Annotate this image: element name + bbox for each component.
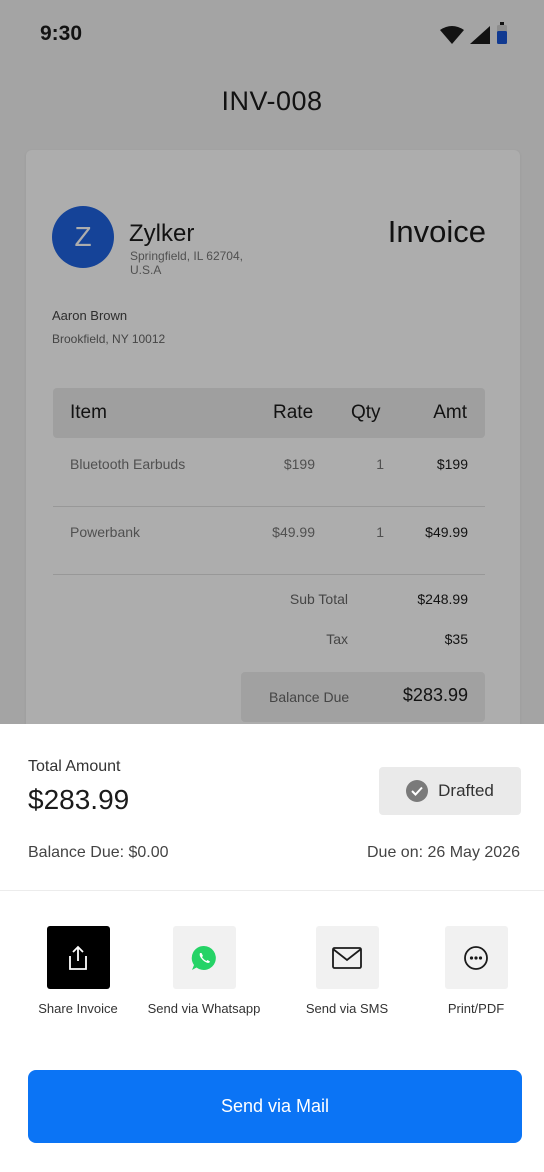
whatsapp-tile[interactable] <box>172 926 236 989</box>
total-amount-label: Total Amount <box>28 758 121 775</box>
bottom-sheet: Total Amount $283.99 Drafted Balance Due… <box>0 724 544 1172</box>
more-icon <box>464 945 488 970</box>
send-sms-label: Send via SMS <box>305 1001 389 1016</box>
share-tile[interactable] <box>46 926 110 989</box>
status-badge: Drafted <box>379 767 521 815</box>
envelope-icon <box>332 946 362 969</box>
send-whatsapp-label: Send via Whatsapp <box>147 1001 261 1016</box>
print-tile[interactable] <box>444 926 508 989</box>
whatsapp-icon <box>191 945 216 970</box>
status-badge-label: Drafted <box>438 781 494 800</box>
print-pdf-button[interactable]: Print/PDF <box>416 926 536 1016</box>
sms-tile[interactable] <box>315 926 379 989</box>
total-amount-value: $283.99 <box>28 784 130 815</box>
balance-due-text: Balance Due: $0.00 <box>28 844 169 861</box>
divider <box>0 890 544 891</box>
share-invoice-button[interactable]: Share Invoice <box>18 926 138 1016</box>
share-icon <box>69 945 87 970</box>
scrim-overlay[interactable] <box>0 0 544 724</box>
send-sms-button[interactable]: Send via SMS <box>287 926 407 1016</box>
print-pdf-label: Print/PDF <box>447 1001 505 1016</box>
check-circle-icon <box>406 780 429 802</box>
share-invoice-label: Share Invoice <box>38 1001 118 1016</box>
screen: 9:30 INV-008 Z Zylker Springfield, IL 62… <box>0 0 544 1172</box>
send-via-mail-button[interactable]: Send via Mail <box>28 1070 522 1143</box>
send-whatsapp-button[interactable]: Send via Whatsapp <box>144 926 264 1016</box>
due-date-text: Due on: 26 May 2026 <box>367 844 520 861</box>
